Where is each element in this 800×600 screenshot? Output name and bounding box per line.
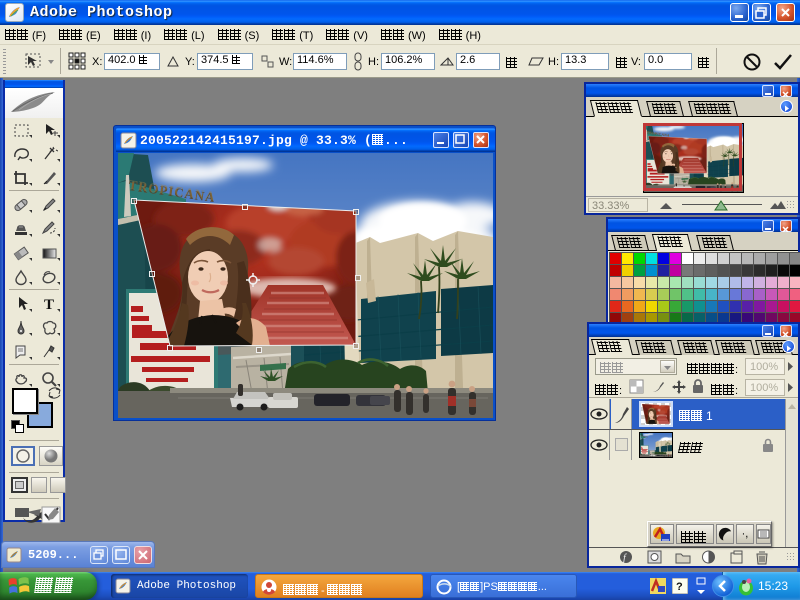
svg-text:?: ? <box>676 581 683 593</box>
svg-text:T: T <box>44 297 54 313</box>
